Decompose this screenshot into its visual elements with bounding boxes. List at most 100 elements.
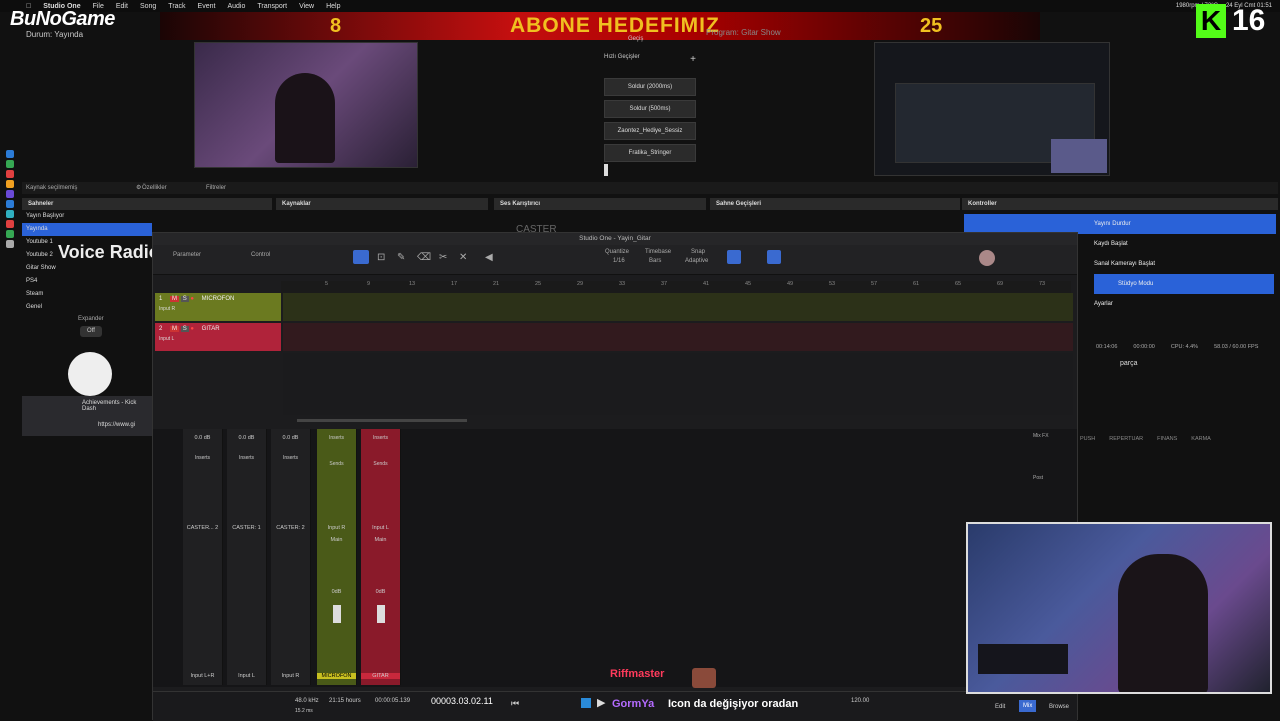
mixfx-label[interactable]: Mix FX — [1033, 433, 1073, 439]
scene-item-active[interactable]: Yayında — [22, 223, 152, 236]
inserts-label[interactable]: Inserts — [317, 435, 356, 441]
scene-item[interactable]: Gitar Show — [22, 262, 152, 275]
gain-knob[interactable] — [68, 352, 112, 396]
autoscroll-icon[interactable] — [767, 250, 781, 264]
transition-fade-2000[interactable]: Soldur (2000ms) — [604, 78, 696, 96]
listen-tool-icon[interactable]: ◀ — [485, 252, 493, 263]
solo-button[interactable]: S — [180, 326, 189, 332]
strip-label[interactable]: MICROFON — [317, 673, 356, 679]
inserts-label[interactable]: Inserts — [271, 455, 310, 461]
tab-edit[interactable]: Edit — [995, 704, 1005, 710]
dock-controls[interactable]: Kontroller — [962, 198, 1278, 210]
browser-tab[interactable]: Achievements - Kick Dash — [82, 400, 152, 412]
dock-app-icon[interactable] — [6, 200, 14, 208]
scene-item[interactable]: PS4 — [22, 275, 152, 288]
mute-tool-icon[interactable]: ✕ — [459, 252, 467, 263]
obs-preview[interactable] — [194, 42, 418, 168]
pencil-tool-icon[interactable]: ✎ — [397, 252, 405, 263]
track-name[interactable]: MICROFON — [202, 296, 235, 302]
tempo-display[interactable]: 120.00 — [851, 698, 869, 704]
dock-app-icon[interactable] — [6, 240, 14, 248]
track-gitar[interactable]: 2 M S ● GITAR Input L — [155, 323, 281, 351]
sends-label[interactable]: Sends — [361, 461, 400, 467]
menu-edit[interactable]: Edit — [116, 3, 128, 10]
mixer-strip-caster-1[interactable]: 0.0 dB Inserts CASTER: 1 Input L — [227, 429, 267, 685]
dock-app-icon[interactable] — [6, 160, 14, 168]
scene-item[interactable]: Yayın Başlıyor — [22, 210, 152, 223]
bookmark[interactable]: KARMA — [1191, 436, 1211, 448]
eraser-tool-icon[interactable]: ⌫ — [417, 252, 431, 263]
properties-button[interactable]: Özellikler — [142, 182, 167, 194]
tbar-handle[interactable] — [604, 164, 608, 176]
menu-help[interactable]: Help — [326, 3, 340, 10]
obs-program[interactable] — [874, 42, 1110, 176]
menu-view[interactable]: View — [299, 3, 314, 10]
track-input[interactable]: Input L — [159, 336, 277, 342]
dock-app-icon[interactable] — [6, 190, 14, 198]
transition-fade-500[interactable]: Soldur (500ms) — [604, 100, 696, 118]
volume-fader[interactable] — [333, 605, 341, 623]
strip-name[interactable]: CASTER: 1 — [227, 525, 266, 531]
strip-label[interactable]: GITAR — [361, 673, 400, 679]
mixer-strip-caster-2[interactable]: 0.0 dB Inserts CASTER: 2 Input R — [271, 429, 311, 685]
mixer-strip-gitar[interactable]: Inserts Sends Input L Main 0dB GITAR — [361, 429, 401, 685]
strip-name[interactable]: Input R — [317, 525, 356, 531]
dock-app-icon[interactable] — [6, 210, 14, 218]
stop-button[interactable] — [581, 698, 591, 708]
gear-icon[interactable]: ⚙ — [136, 182, 141, 194]
dock-app-icon[interactable] — [6, 150, 14, 158]
track-microfon[interactable]: 1 M S ● MICROFON Input R — [155, 293, 281, 321]
strip-input[interactable]: Input L — [227, 673, 266, 679]
tab-mix[interactable]: Mix — [1019, 700, 1037, 712]
menu-song[interactable]: Song — [140, 3, 156, 10]
dock-transitions[interactable]: Sahne Geçişleri — [710, 198, 960, 210]
inserts-label[interactable]: Inserts — [227, 455, 266, 461]
arrow-tool-icon[interactable] — [353, 250, 369, 264]
record-arm-icon[interactable]: ● — [190, 296, 194, 302]
timebase-value[interactable]: Bars — [649, 258, 661, 264]
inserts-label[interactable]: Inserts — [361, 435, 400, 441]
browser-url[interactable]: https://www.gi — [98, 422, 135, 428]
bookmark[interactable]: FINANS — [1157, 436, 1177, 448]
add-transition-plus-icon[interactable]: + — [690, 54, 696, 65]
timeline-ruler[interactable]: 5 9 13 17 21 25 29 33 37 41 45 49 53 57 … — [281, 281, 1071, 293]
expander-toggle[interactable]: Off — [80, 326, 102, 337]
track-name[interactable]: GITAR — [202, 326, 220, 332]
horizontal-scrollbar[interactable] — [297, 419, 467, 422]
menu-transport[interactable]: Transport — [257, 3, 287, 10]
strip-name[interactable]: CASTER: 2 — [271, 525, 310, 531]
bookmark[interactable]: REPERTUAR — [1109, 436, 1143, 448]
strip-input[interactable]: Input R — [271, 673, 310, 679]
split-tool-icon[interactable]: ✂ — [439, 252, 447, 263]
menu-audio[interactable]: Audio — [227, 3, 245, 10]
strip-input[interactable]: Input L+R — [183, 673, 222, 679]
transition-stinger[interactable]: Fratika_Stringer — [604, 144, 696, 162]
filters-button[interactable]: Filtreler — [206, 182, 226, 194]
play-button[interactable]: ▶ — [597, 696, 605, 709]
dock-app-icon[interactable] — [6, 220, 14, 228]
strip-output[interactable]: Main — [317, 537, 356, 543]
quantize-value[interactable]: 1/16 — [613, 258, 625, 264]
volume-fader[interactable] — [377, 605, 385, 623]
strip-name[interactable]: CASTER... 2 — [183, 525, 222, 531]
arrange-empty-area[interactable] — [283, 353, 1073, 415]
rewind-icon[interactable]: ⏮ — [511, 698, 519, 709]
mixer-strip-caster-lr[interactable]: 0.0 dB Inserts CASTER... 2 Input L+R — [183, 429, 223, 685]
range-tool-icon[interactable]: ⊡ — [377, 252, 385, 263]
user-avatar[interactable] — [979, 250, 995, 266]
studio-mode-button[interactable]: Stüdyo Modu — [1094, 274, 1274, 294]
mute-button[interactable]: M — [170, 326, 180, 332]
tab-browse[interactable]: Browse — [1049, 704, 1069, 710]
record-arm-icon[interactable]: ● — [190, 326, 194, 332]
strip-output[interactable]: Main — [361, 537, 400, 543]
lane-gitar[interactable] — [283, 323, 1073, 351]
track-input[interactable]: Input R — [159, 306, 277, 312]
snap-toggle-icon[interactable] — [727, 250, 741, 264]
menu-track[interactable]: Track — [168, 3, 185, 10]
mute-button[interactable]: M — [170, 296, 180, 302]
dock-scenes[interactable]: Sahneler — [22, 198, 272, 210]
dock-sources[interactable]: Kaynaklar — [276, 198, 488, 210]
menu-event[interactable]: Event — [198, 3, 216, 10]
stop-stream-button[interactable]: Yayını Durdur — [964, 214, 1276, 234]
bookmark[interactable]: PUSH — [1080, 436, 1095, 448]
